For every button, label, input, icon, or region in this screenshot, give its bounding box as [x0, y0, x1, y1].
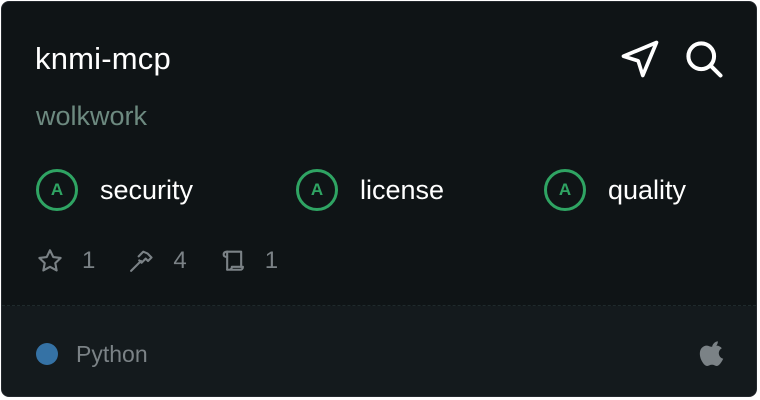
search-icon[interactable]: [681, 36, 727, 82]
card-title[interactable]: knmi-mcp: [35, 40, 171, 78]
star-icon: [36, 247, 64, 275]
stars-count: 1: [82, 247, 96, 274]
quality-badges: A security A license A quality: [2, 166, 756, 214]
language-label: Python: [76, 341, 148, 367]
language-color-dot: [36, 343, 58, 365]
license-label: license: [360, 174, 445, 205]
tools-stat: 4: [127, 247, 187, 275]
security-label: security: [100, 174, 194, 205]
tools-count: 4: [173, 247, 187, 274]
stars-stat: 1: [36, 247, 95, 275]
scroll-icon: [219, 247, 247, 275]
license-grade: A: [296, 169, 338, 211]
send-icon[interactable]: [617, 36, 663, 82]
stats-row: 1 4 1: [36, 244, 310, 278]
card-author[interactable]: wolkwork: [36, 99, 147, 133]
quality-label: quality: [608, 174, 687, 205]
quality-badge[interactable]: A quality: [544, 166, 686, 214]
resources-stat: 1: [219, 247, 278, 275]
security-badge[interactable]: A security: [36, 166, 193, 214]
security-grade: A: [36, 169, 78, 211]
apple-icon: [699, 339, 727, 369]
server-card[interactable]: knmi-mcp wolkwork A security A license A…: [1, 1, 757, 397]
resources-count: 1: [264, 247, 279, 274]
card-footer: Python: [2, 306, 756, 396]
license-badge[interactable]: A license: [296, 166, 444, 214]
hammer-icon: [127, 247, 155, 275]
quality-grade: A: [544, 169, 586, 211]
